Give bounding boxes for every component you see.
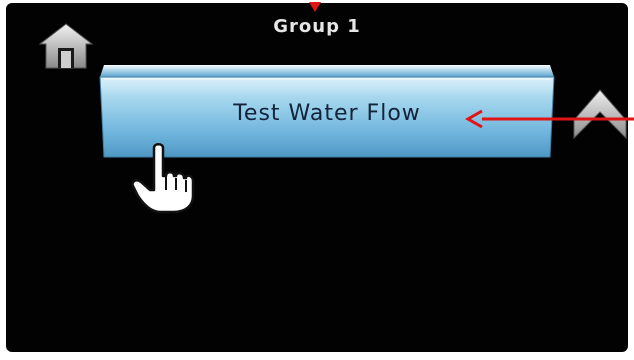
page-title: Group 1 (273, 16, 361, 37)
device-screen (6, 3, 628, 352)
annotation-arrow-right (464, 109, 634, 129)
pointing-hand-icon (131, 143, 195, 214)
